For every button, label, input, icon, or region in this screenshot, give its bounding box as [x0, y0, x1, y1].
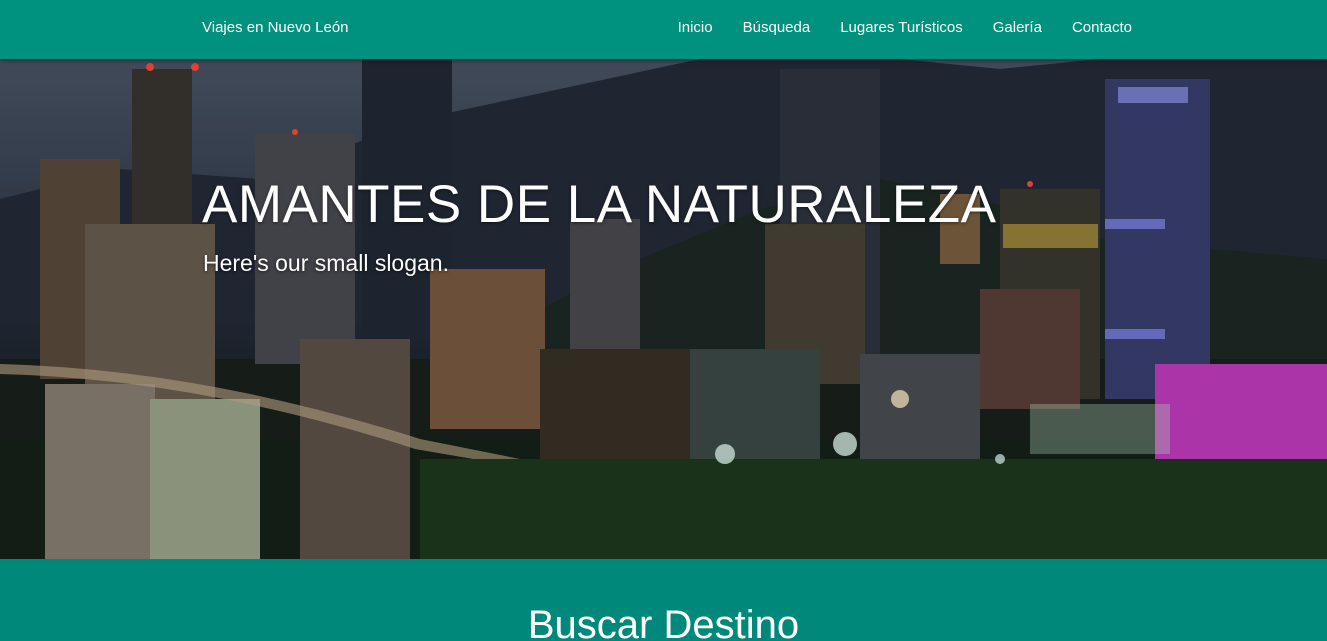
city-skyline-image	[0, 59, 1327, 559]
search-section-heading: Buscar Destino	[527, 603, 800, 641]
nav-link-inicio[interactable]: Inicio	[678, 0, 713, 56]
search-destination-section: Buscar Destino	[0, 559, 1327, 641]
top-navbar: Viajes en Nuevo León Inicio Búsqueda Lug…	[0, 0, 1327, 59]
hero-title: AMANTES DE LA NATURALEZA	[202, 175, 997, 234]
nav-menu: Inicio Búsqueda Lugares Turísticos Galer…	[678, 0, 1132, 56]
nav-link-lugares-turisticos[interactable]: Lugares Turísticos	[840, 0, 963, 56]
brand-link[interactable]: Viajes en Nuevo León	[202, 0, 349, 56]
nav-link-galeria[interactable]: Galería	[993, 0, 1042, 56]
nav-link-contacto[interactable]: Contacto	[1072, 0, 1132, 56]
hero-slogan: Here's our small slogan.	[203, 250, 449, 276]
hero-banner: AMANTES DE LA NATURALEZA Here's our smal…	[0, 59, 1327, 559]
nav-link-busqueda[interactable]: Búsqueda	[743, 0, 811, 56]
